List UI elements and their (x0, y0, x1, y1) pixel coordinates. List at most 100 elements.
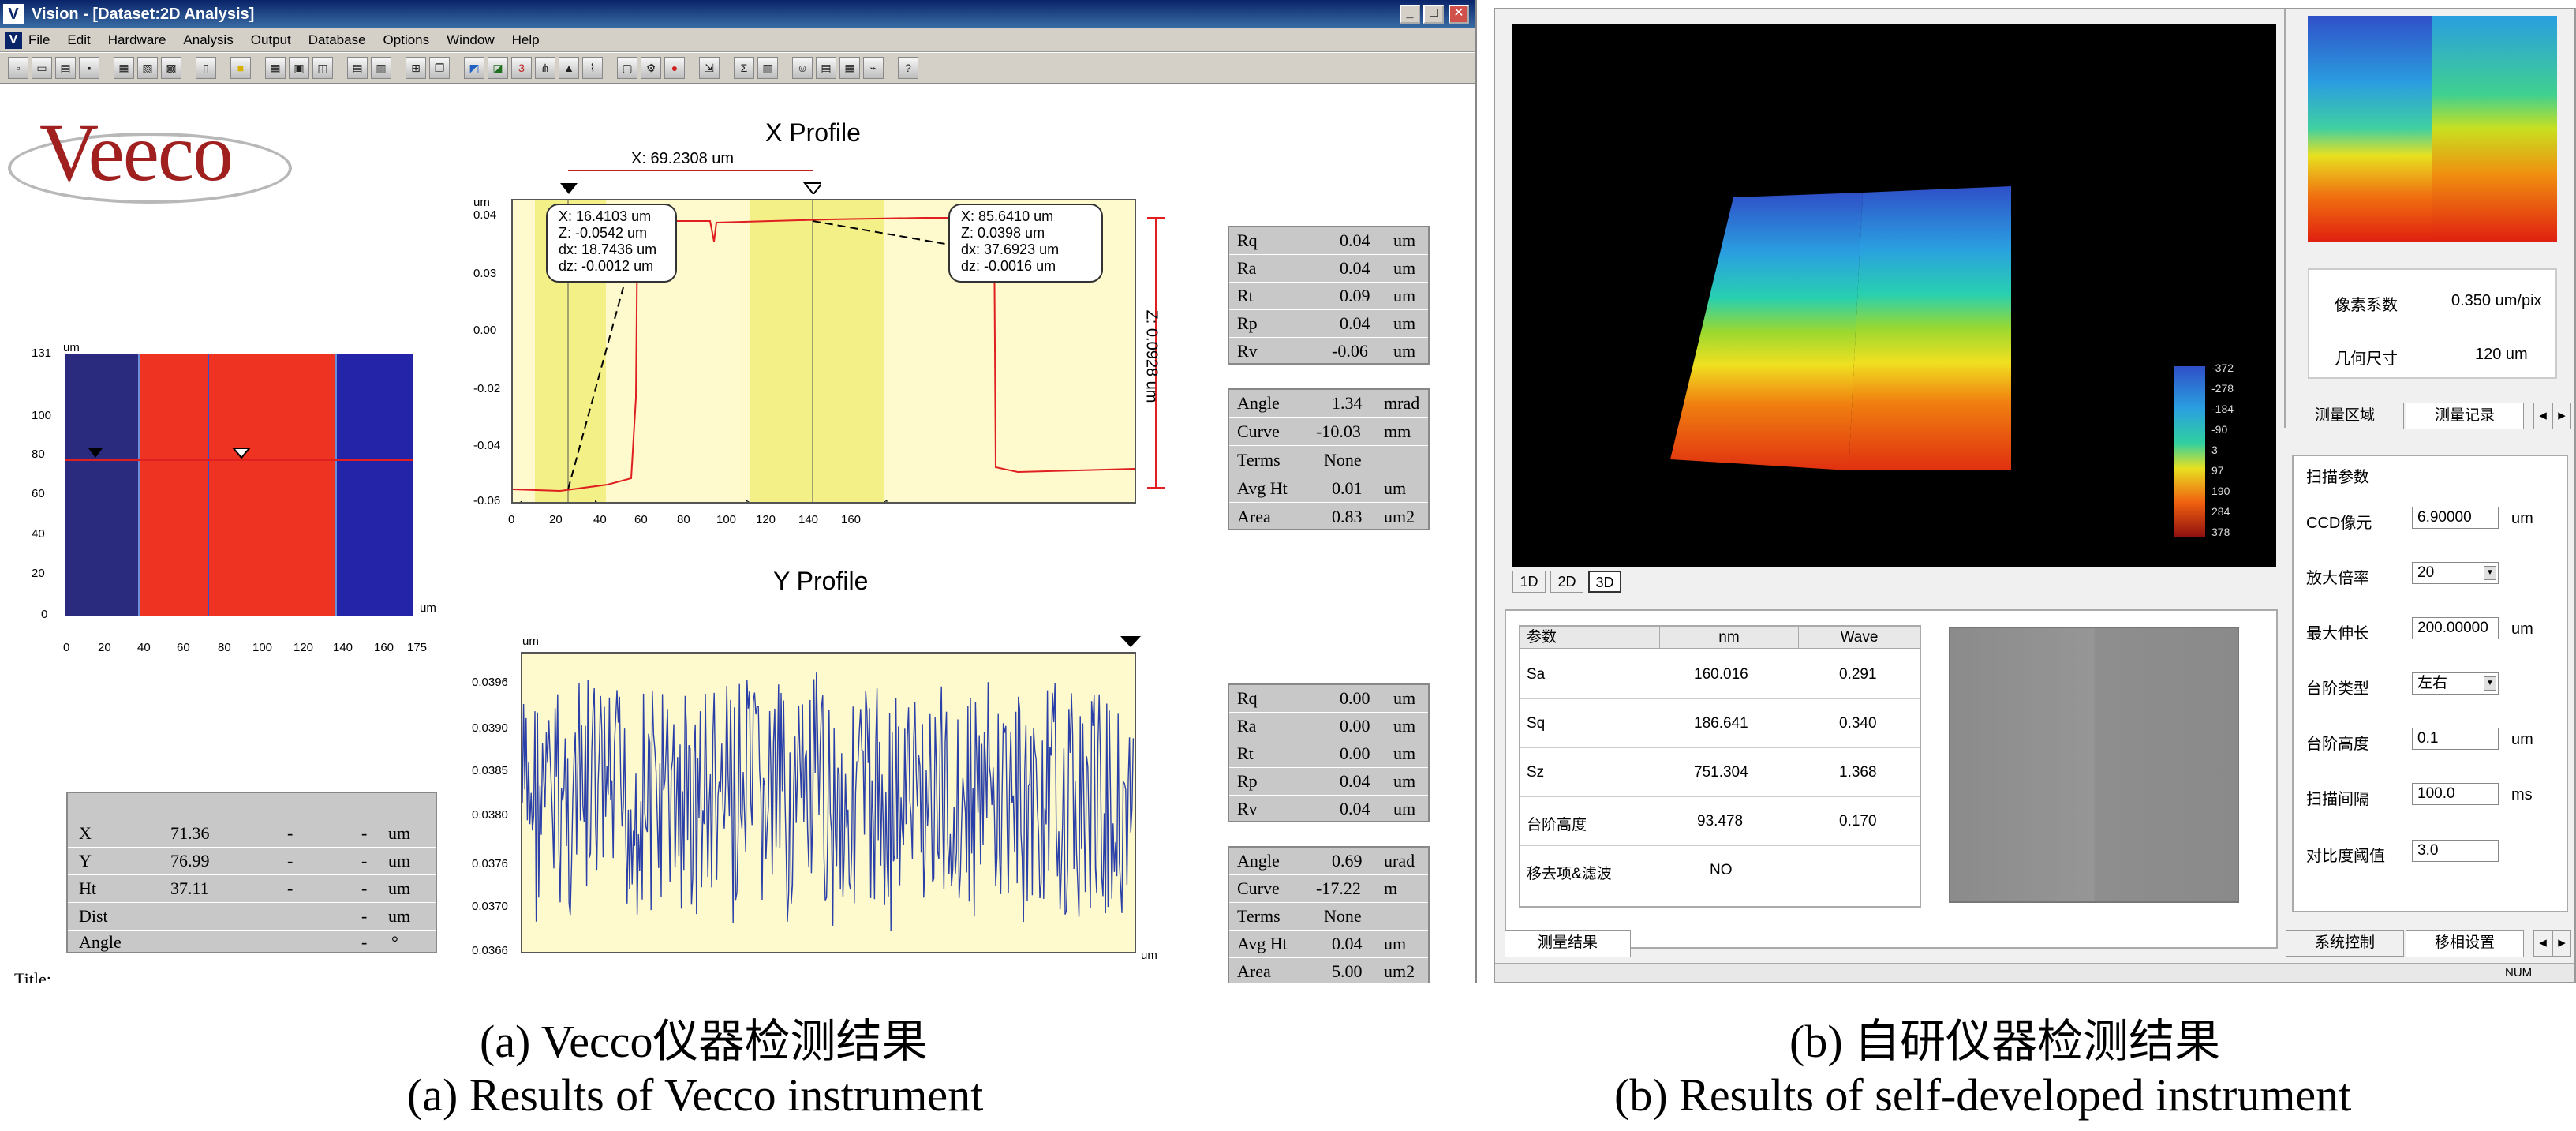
export-icon[interactable]: ▧ (137, 57, 158, 79)
max-extension-input[interactable]: 200.00000 (2412, 617, 2499, 639)
y-profile-plot[interactable] (521, 652, 1136, 953)
tab-1d[interactable]: 1D (1512, 571, 1546, 593)
menu-analysis[interactable]: Analysis (183, 28, 233, 51)
3d-view[interactable]: -372 -278 -184 -90 3 97 190 284 378 (1512, 24, 2276, 567)
stat-row: Rq 0.04 um (1229, 227, 1428, 255)
print-icon[interactable]: ▩ (161, 57, 181, 79)
map-x-tick: 0 (63, 641, 70, 654)
caption-b-en: (b) Results of self-developed instrument (1614, 1069, 2352, 1121)
tab-3d[interactable]: 3D (1588, 571, 1621, 593)
step-type-select[interactable]: 左右 ▼ (2412, 672, 2499, 695)
y-profile-y-tick: 0.0376 (472, 857, 508, 871)
stat-row: Area 0.83 um2 (1229, 504, 1428, 531)
measure-icon[interactable]: ⊞ (406, 57, 426, 79)
menu-edit[interactable]: Edit (67, 28, 90, 51)
page-icon[interactable]: ▯ (196, 57, 216, 79)
x-profile-unit: um (473, 196, 490, 209)
new-icon[interactable]: ▫ (8, 57, 28, 79)
help-icon[interactable]: ? (898, 57, 918, 79)
grid-icon[interactable]: ▦ (265, 57, 286, 79)
tab-2d[interactable]: 2D (1550, 571, 1583, 593)
menu-window[interactable]: Window (447, 28, 494, 51)
info-row: Dist - um (68, 903, 436, 931)
colorbar-tick: 97 (2211, 464, 2224, 477)
chart-icon[interactable]: ▤ (347, 57, 368, 79)
print-preview-icon[interactable]: ▦ (114, 57, 134, 79)
filter-icon[interactable]: ▢ (617, 57, 637, 79)
x-profile-plot[interactable]: X: 16.4103 um Z: -0.0542 um dx: 18.7436 … (511, 199, 1136, 504)
x-profile-y-tick: 0.04 (473, 208, 497, 222)
minimize-button[interactable]: _ (1400, 5, 1420, 24)
tab-measure-records[interactable]: 测量记录 (2406, 403, 2524, 429)
open-icon[interactable]: ▭ (32, 57, 52, 79)
y-profile-unit: um (522, 635, 539, 648)
doc-icon[interactable]: V (5, 32, 22, 49)
menu-database[interactable]: Database (308, 28, 366, 51)
menu-file[interactable]: File (28, 28, 50, 51)
chevron-down-icon: ▼ (2484, 566, 2496, 580)
tab-scroll-right[interactable]: ▸ (2552, 403, 2571, 429)
mask-icon[interactable]: ▲ (559, 57, 579, 79)
pixel-coef-value: 0.350 um/pix (2451, 292, 2542, 309)
settings-icon[interactable]: ⚙ (641, 57, 661, 79)
tab-phase-shift-settings[interactable]: 移相设置 (2406, 930, 2524, 957)
tab-scroll-left[interactable]: ◂ (2533, 403, 2552, 429)
contour-icon[interactable]: ◪ (488, 57, 508, 79)
profile-icon[interactable]: ⌇ (582, 57, 603, 79)
maximize-button[interactable]: □ (1423, 5, 1444, 24)
bearing-icon[interactable]: ▤ (816, 57, 836, 79)
highlight-icon[interactable]: ■ (230, 57, 251, 79)
psd-icon[interactable]: ▦ (839, 57, 860, 79)
scan-interval-input[interactable]: 100.0 (2412, 783, 2499, 805)
surface-icon[interactable]: ◩ (464, 57, 484, 79)
copy-icon[interactable]: ❐ (429, 57, 450, 79)
map-y-unit: um (63, 341, 80, 354)
tab-measure-area[interactable]: 测量区域 (2286, 403, 2404, 429)
x-profile-x-tick: 60 (634, 513, 648, 526)
map-x-tick: 120 (293, 641, 314, 654)
stat-row: Ra 0.04 um (1229, 255, 1428, 283)
close-button[interactable]: ✕ (1449, 5, 1469, 24)
tab-scroll-left[interactable]: ◂ (2533, 930, 2552, 957)
chevron-down-icon: ▼ (2484, 676, 2496, 691)
caption-a-en: (a) Results of Vecco instrument (407, 1069, 984, 1121)
y-profile-y-tick: 0.0390 (472, 721, 508, 735)
menu-help[interactable]: Help (512, 28, 540, 51)
param-table: 参数 nm Wave Sa 160.016 0.291 Sq 186.641 0.340… (1519, 625, 1921, 908)
layers-icon[interactable]: ◫ (312, 57, 333, 79)
zoom-icon[interactable]: ⇲ (699, 57, 720, 79)
magnification-select[interactable]: 20 ▼ (2412, 562, 2499, 584)
save-icon[interactable]: ▪ (79, 57, 99, 79)
step-height-input[interactable]: 0.1 (2412, 728, 2499, 750)
menu-options[interactable]: Options (383, 28, 430, 51)
colorbar-tick: 190 (2211, 485, 2230, 497)
x-profile-y-tick: -0.06 (473, 494, 501, 507)
contrast-threshold-label: 对比度阈值 (2306, 848, 2385, 865)
table-icon[interactable]: ▥ (371, 57, 391, 79)
scan-interval-label: 扫描间隔 (2306, 791, 2369, 808)
map-y-tick: 80 (32, 448, 45, 461)
menu-output[interactable]: Output (251, 28, 291, 51)
fft-icon[interactable]: ⌁ (863, 57, 884, 79)
tab-measure-results[interactable]: 测量结果 (1505, 930, 1631, 957)
stat-row: Area 5.00 um2 (1229, 958, 1428, 983)
geometry-size-label: 几何尺寸 (2335, 350, 2398, 368)
cross-section-icon[interactable]: ⋔ (535, 57, 555, 79)
colorbar-tick: -184 (2211, 403, 2234, 415)
person-icon[interactable]: ☺ (792, 57, 813, 79)
2d-height-map[interactable] (65, 354, 413, 616)
colorbar-tick: -90 (2211, 423, 2228, 436)
open-folder-icon[interactable]: ▤ (55, 57, 76, 79)
stats-icon[interactable]: Σ (734, 57, 754, 79)
histogram-icon[interactable]: ▥ (757, 57, 778, 79)
stat-row: Angle 1.34 mrad (1229, 390, 1428, 418)
image-icon[interactable]: ▣ (289, 57, 309, 79)
3d-icon[interactable]: 3 (511, 57, 532, 79)
vision-window: V Vision - [Dataset:2D Analysis] _ □ ✕ V… (0, 0, 1477, 983)
ccd-input[interactable]: 6.90000 (2412, 507, 2499, 529)
contrast-threshold-input[interactable]: 3.0 (2412, 840, 2499, 862)
menu-hardware[interactable]: Hardware (108, 28, 166, 51)
record-icon[interactable]: ● (664, 57, 685, 79)
tab-system-control[interactable]: 系统控制 (2286, 930, 2404, 957)
tab-scroll-right[interactable]: ▸ (2552, 930, 2571, 957)
